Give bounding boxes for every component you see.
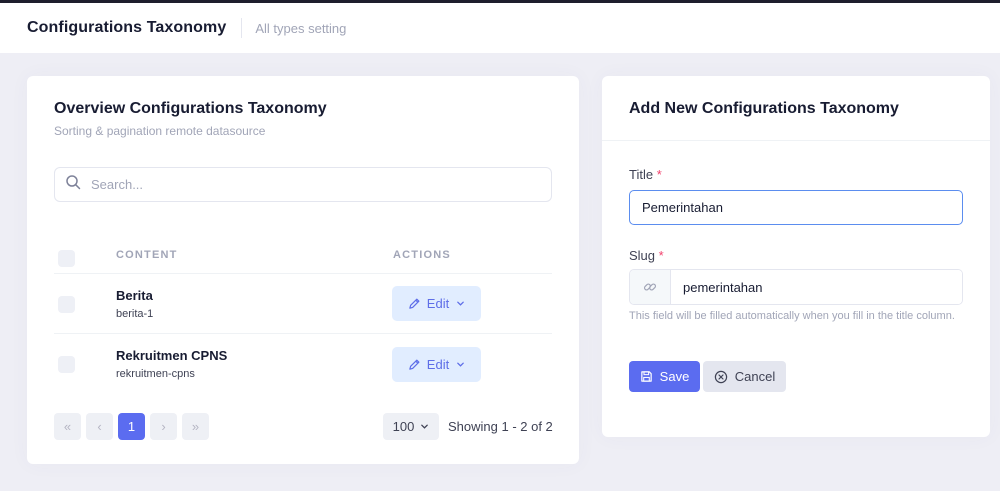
required-mark: * bbox=[656, 167, 662, 182]
pencil-icon bbox=[408, 297, 421, 310]
title-field-label: Title * bbox=[629, 167, 662, 182]
search-icon bbox=[65, 174, 81, 195]
required-mark: * bbox=[658, 248, 664, 263]
row-title: Berita bbox=[116, 288, 153, 303]
pagination-next-button[interactable]: › bbox=[150, 413, 177, 440]
pagination-info: Showing 1 - 2 of 2 bbox=[448, 419, 553, 434]
select-all-checkbox[interactable] bbox=[58, 250, 75, 267]
pagination: « ‹ 1 › » bbox=[54, 413, 214, 440]
form-title: Add New Configurations Taxonomy bbox=[629, 100, 899, 117]
pagination-prev-button[interactable]: ‹ bbox=[86, 413, 113, 440]
cancel-button[interactable]: Cancel bbox=[703, 361, 786, 392]
edit-button[interactable]: Edit bbox=[392, 347, 481, 382]
link-icon bbox=[630, 270, 671, 304]
edit-button-label: Edit bbox=[426, 296, 450, 311]
close-circle-icon bbox=[714, 370, 728, 384]
row-divider bbox=[54, 273, 552, 274]
chevron-down-icon bbox=[456, 299, 465, 308]
add-form-card: Add New Configurations Taxonomy Title * … bbox=[602, 76, 990, 437]
slug-input[interactable] bbox=[671, 270, 962, 304]
overview-title: Overview Configurations Taxonomy bbox=[54, 100, 327, 117]
page-subtitle: All types setting bbox=[255, 20, 347, 36]
header-separator bbox=[241, 18, 243, 38]
slug-input-group bbox=[629, 269, 963, 305]
edit-button-label: Edit bbox=[426, 357, 450, 372]
column-header-content: CONTENT bbox=[116, 249, 178, 261]
column-header-actions: ACTIONS bbox=[393, 249, 451, 261]
slug-field-label: Slug * bbox=[629, 248, 664, 263]
top-header: Configurations Taxonomy All types settin… bbox=[0, 0, 1000, 53]
slug-help-text: This field will be filled automatically … bbox=[629, 310, 955, 322]
pagination-page-button[interactable]: 1 bbox=[118, 413, 145, 440]
overview-subtitle: Sorting & pagination remote datasource bbox=[54, 124, 266, 138]
pagination-first-button[interactable]: « bbox=[54, 413, 81, 440]
row-checkbox[interactable] bbox=[58, 356, 75, 373]
chevron-down-icon bbox=[456, 360, 465, 369]
search-input[interactable] bbox=[91, 177, 531, 192]
row-divider bbox=[54, 333, 552, 334]
pencil-icon bbox=[408, 358, 421, 371]
row-checkbox[interactable] bbox=[58, 296, 75, 313]
chevron-down-icon bbox=[420, 422, 429, 431]
pagination-last-button[interactable]: » bbox=[182, 413, 209, 440]
title-input[interactable] bbox=[629, 190, 963, 225]
form-divider bbox=[602, 140, 990, 141]
edit-button[interactable]: Edit bbox=[392, 286, 481, 321]
row-title: Rekruitmen CPNS bbox=[116, 348, 228, 363]
save-button-label: Save bbox=[659, 369, 690, 384]
search-box[interactable] bbox=[54, 167, 552, 202]
per-page-value: 100 bbox=[392, 419, 415, 434]
page-title: Configurations Taxonomy bbox=[27, 19, 227, 36]
row-slug: berita-1 bbox=[116, 308, 154, 320]
cancel-button-label: Cancel bbox=[734, 369, 776, 384]
per-page-select[interactable]: 100 bbox=[383, 413, 439, 440]
title-label-text: Title bbox=[629, 167, 654, 182]
slug-label-text: Slug bbox=[629, 248, 656, 263]
row-slug: rekruitmen-cpns bbox=[116, 368, 195, 380]
save-button[interactable]: Save bbox=[629, 361, 700, 392]
overview-card: Overview Configurations Taxonomy Sorting… bbox=[27, 76, 579, 464]
floppy-disk-icon bbox=[640, 370, 653, 383]
footer bbox=[0, 491, 1000, 499]
